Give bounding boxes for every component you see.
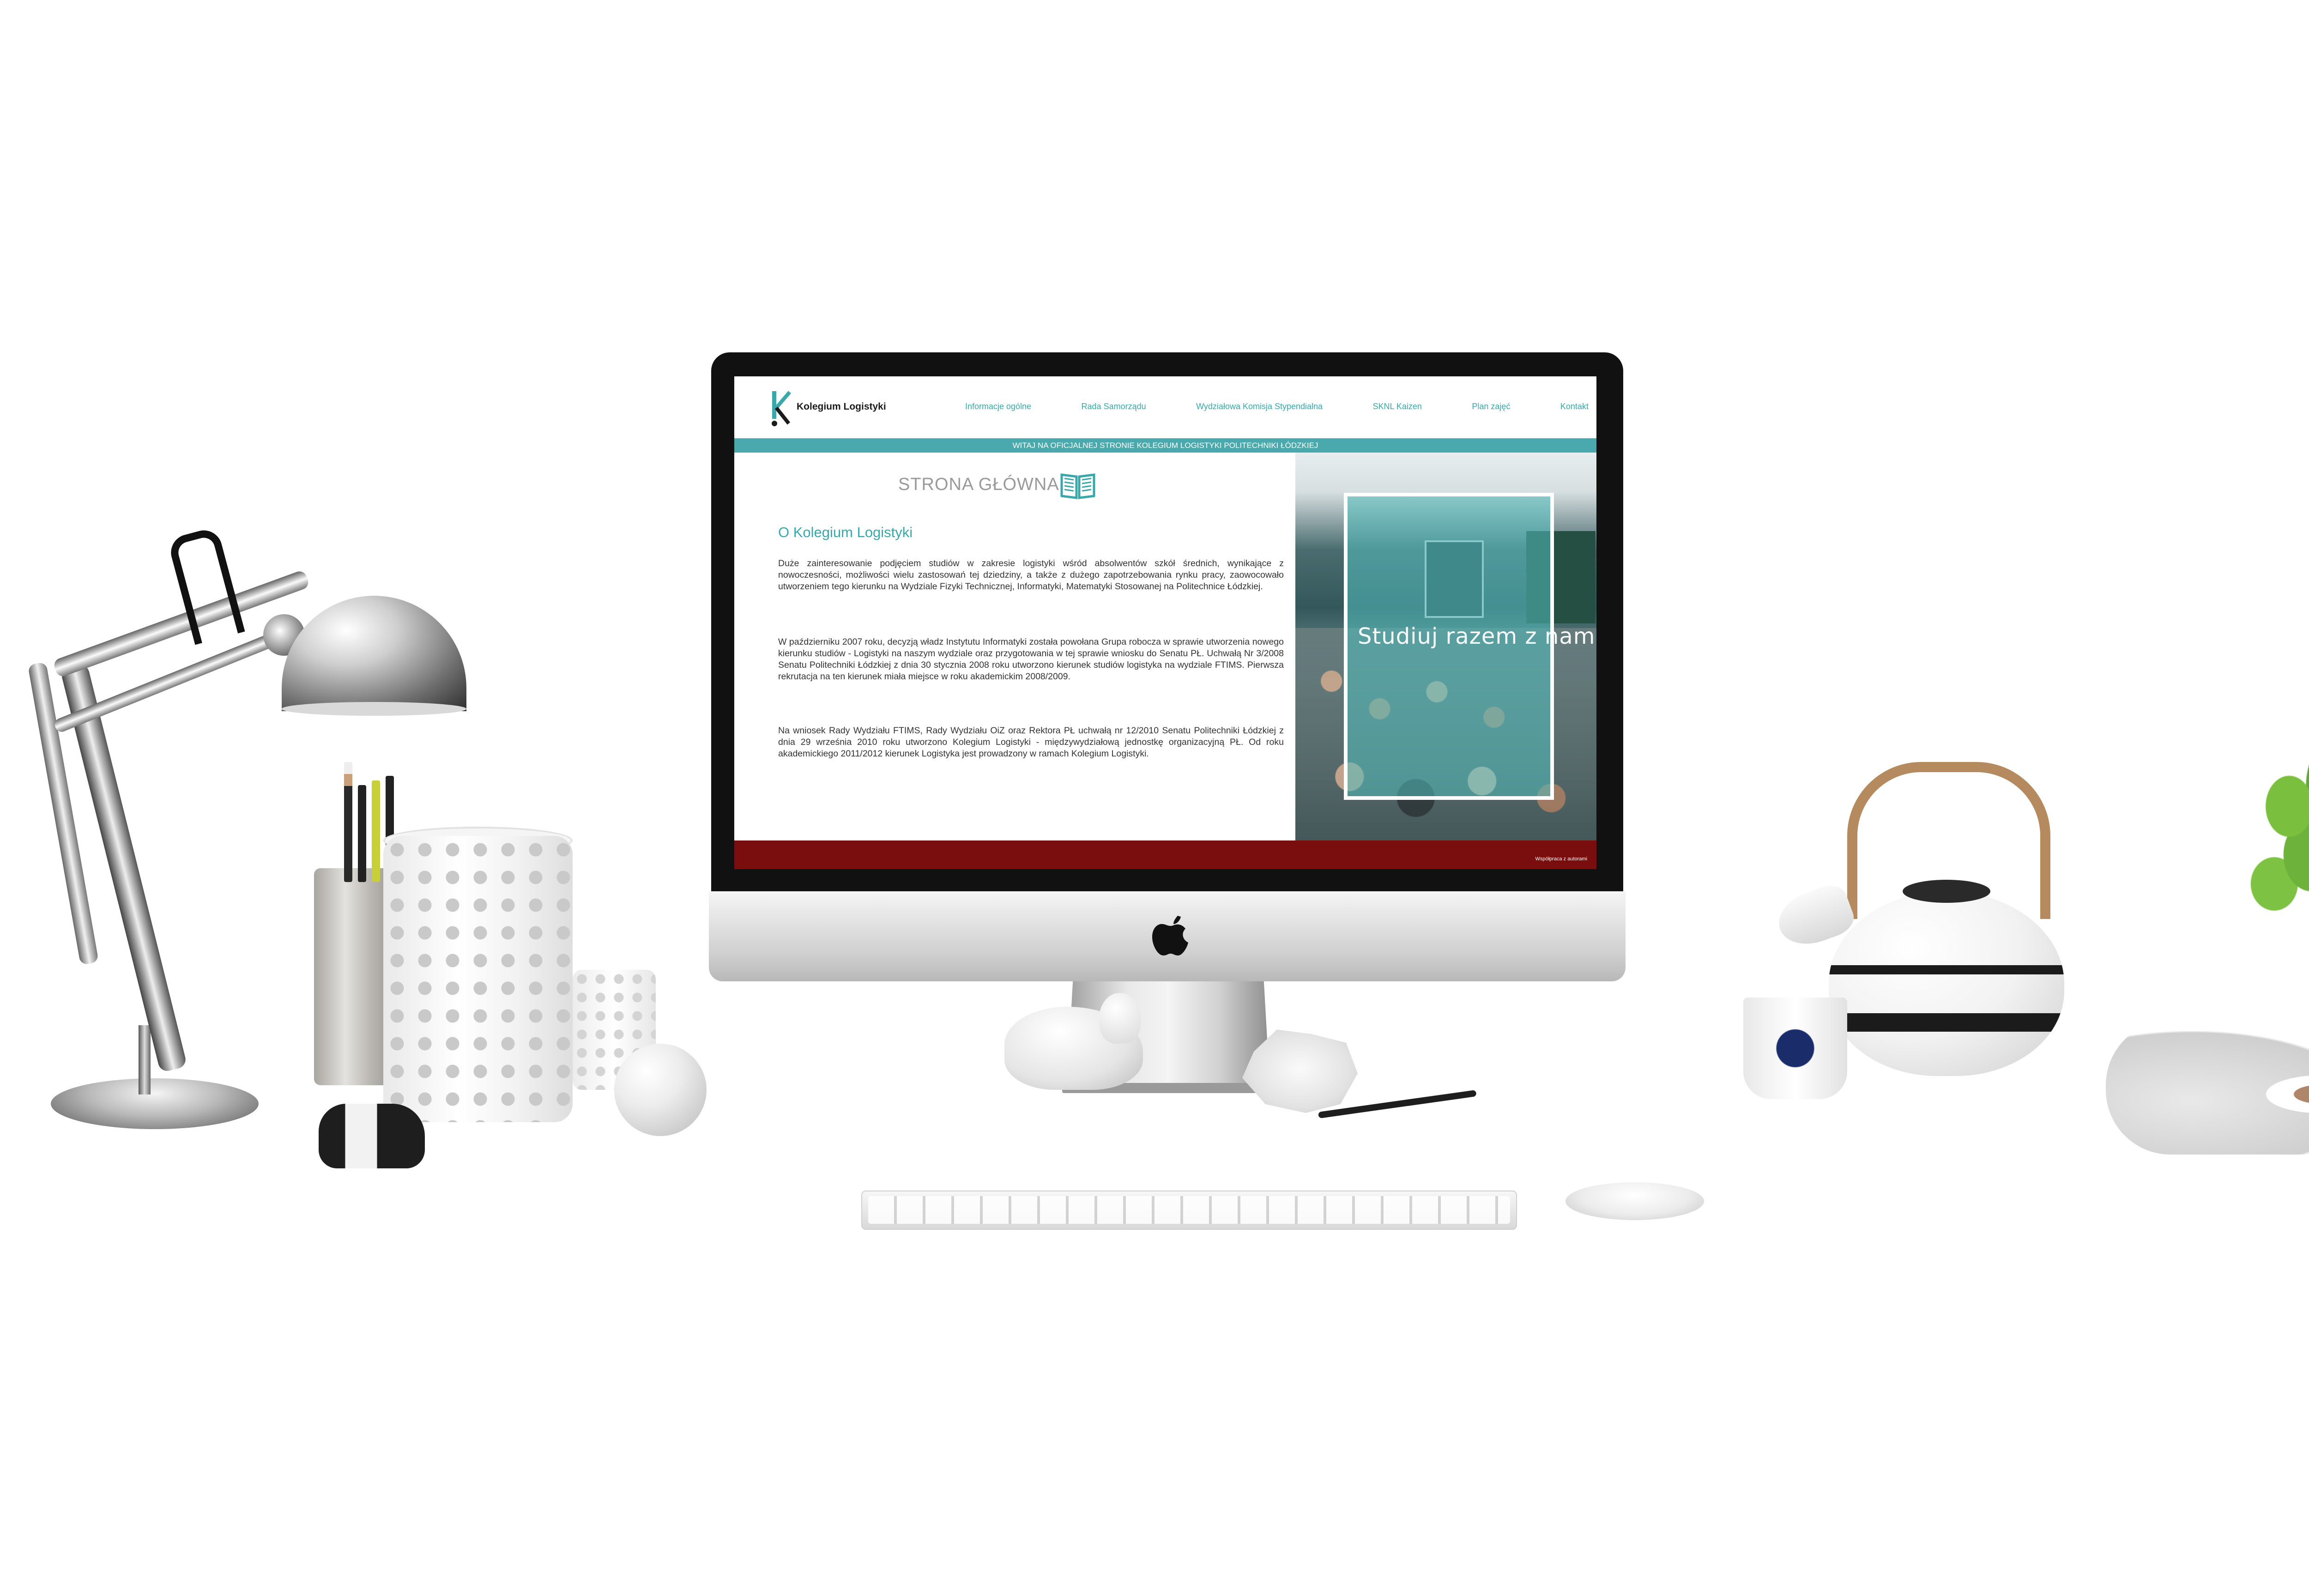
nav-item-rada-samorzadu[interactable]: Rada Samorządu: [1082, 402, 1146, 411]
nav-item-kontakt[interactable]: Kontakt: [1560, 402, 1589, 411]
perforated-vase: [383, 836, 573, 1122]
nav-item-komisja-stypendialna[interactable]: Wydziałowa Komisja Stypendialna: [1196, 402, 1323, 411]
welcome-banner: WITAJ NA OFICJALNEJ STRONIE KOLEGIUM LOG…: [734, 438, 1596, 453]
nav-item-plan-zajec[interactable]: Plan zajęć: [1472, 402, 1510, 411]
footer-credit-link[interactable]: Współpraca z autorami: [1535, 856, 1588, 862]
paragraph: Duże zainteresowanie podjęciem studiów w…: [778, 558, 1284, 592]
paragraph: W październiku 2007 roku, decyzją władz …: [778, 637, 1284, 682]
paragraph: Na wniosek Rady Wydziału FTIMS, Rady Wyd…: [778, 725, 1284, 759]
imac-screen: Kolegium Logistyki Informacje ogólne Rad…: [734, 376, 1596, 869]
pen-holder: [314, 868, 393, 1085]
magic-mouse: [1566, 1182, 1704, 1220]
panda-figurine: [319, 1104, 425, 1168]
desk-lamp-post: [139, 1025, 151, 1094]
site-footer: Współpraca z autorami: [734, 840, 1596, 869]
hero-caption: Studiuj razem z nami: [1358, 623, 1596, 649]
hero-photo: Studiuj razem z nami: [1295, 453, 1596, 840]
site-logo-text[interactable]: Kolegium Logistyki: [797, 401, 886, 412]
main-nav: Informacje ogólne Rada Samorządu Wydział…: [965, 402, 1589, 411]
bird-figurine-head: [1099, 993, 1141, 1044]
teapot: [1829, 891, 2064, 1076]
potted-plant: [2244, 748, 2309, 942]
site-header: Kolegium Logistyki Informacje ogólne Rad…: [734, 376, 1596, 438]
pencil: [344, 762, 352, 882]
white-ball-ornament: [614, 1044, 707, 1136]
highlighter: [372, 780, 380, 882]
nav-item-informacje-ogolne[interactable]: Informacje ogólne: [965, 402, 1031, 411]
section-title: O Kolegium Logistyki: [778, 524, 913, 540]
desk-lamp-base: [51, 1078, 259, 1129]
desk-lamp-shade: [282, 596, 466, 711]
teapot-lid: [1903, 880, 1990, 903]
nav-item-sknl-kaizen[interactable]: SKNL Kaizen: [1373, 402, 1422, 411]
keyboard-keys: [868, 1196, 1510, 1224]
kolegium-logo-icon[interactable]: [770, 389, 798, 426]
main-content: STRONA GŁÓWNA O Kolegium Logistyki Duże …: [734, 453, 1295, 840]
open-book-icon: [1060, 473, 1095, 499]
pen: [358, 785, 366, 882]
headphones: [2106, 1021, 2309, 1155]
teacup: [1743, 998, 1847, 1099]
page-title: STRONA GŁÓWNA: [898, 475, 1059, 494]
desk-lamp-shade-rim: [282, 702, 466, 716]
apple-logo-icon: [1152, 916, 1188, 955]
